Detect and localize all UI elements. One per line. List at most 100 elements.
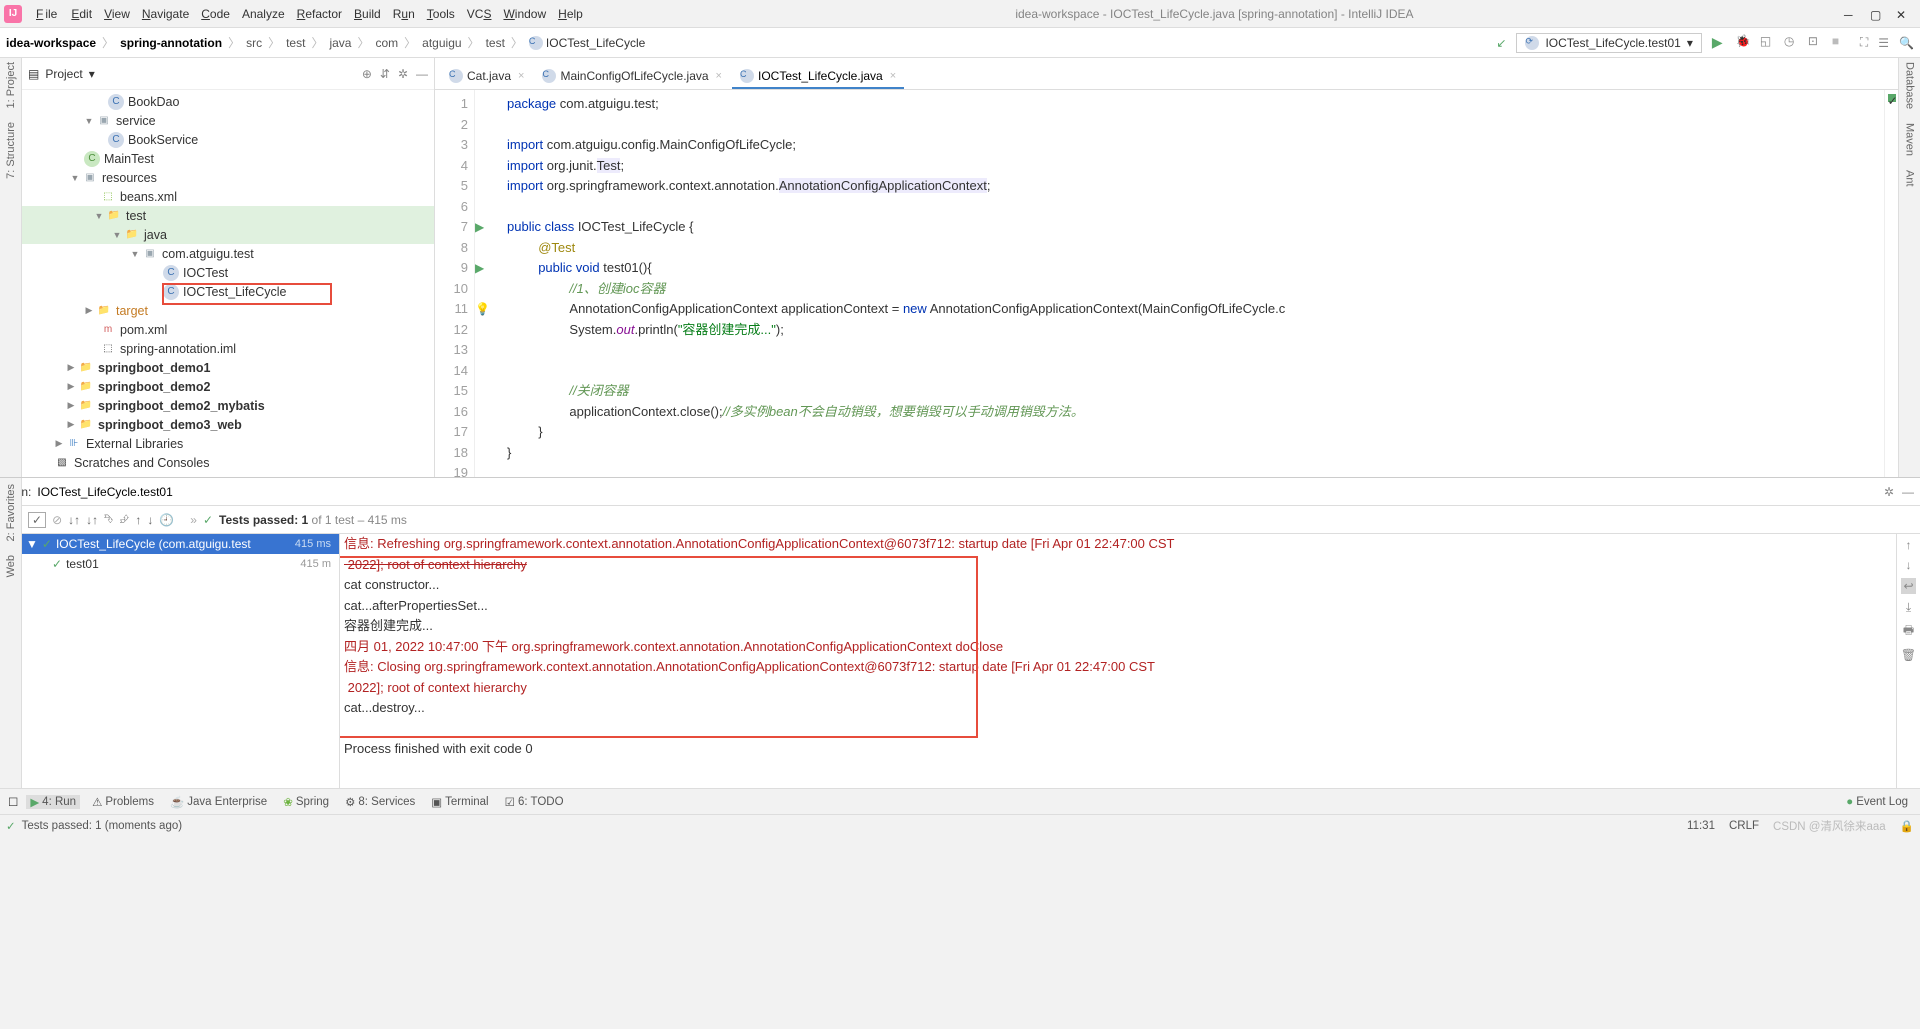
tab-javaee[interactable]: ☕Java Enterprise — [166, 795, 271, 809]
maximize-icon[interactable]: ▢ — [1870, 8, 1882, 20]
tab-spring[interactable]: ❀Spring — [279, 795, 333, 809]
minimize-icon[interactable]: ─ — [1844, 8, 1856, 20]
toolwin-ant[interactable]: Ant — [1904, 170, 1916, 187]
bc-workspace[interactable]: idea-workspace — [6, 36, 96, 50]
menu-edit[interactable]: Edit — [69, 5, 94, 23]
bc-test2[interactable]: test — [486, 36, 505, 50]
bc-atguigu[interactable]: atguigu — [422, 36, 461, 50]
bc-com[interactable]: com — [375, 36, 398, 50]
check-icon[interactable]: ✓ — [28, 512, 46, 528]
menu-navigate[interactable]: Navigate — [140, 5, 191, 23]
sort2-icon[interactable]: ↓↑ — [86, 513, 98, 527]
menu-help[interactable]: Help — [556, 5, 585, 23]
tree-item-scratches[interactable]: ▧Scratches and Consoles — [22, 453, 434, 472]
tree-item-sb3[interactable]: ▶📁springboot_demo2_mybatis — [22, 396, 434, 415]
project-title[interactable]: Project — [45, 67, 82, 81]
toolwin-project[interactable]: 1: Project — [5, 62, 17, 108]
sort1-icon[interactable]: ↓↑ — [68, 513, 80, 527]
close-tab-icon[interactable]: × — [518, 70, 524, 82]
attach-icon[interactable]: ⊡ — [1808, 34, 1826, 52]
search-icon[interactable]: 🔍 — [1899, 36, 1914, 50]
toolwin-database[interactable]: Database — [1904, 62, 1916, 109]
tree-item-ioctest-lifecycle[interactable]: CIOCTest_LifeCycle — [22, 282, 434, 301]
wrap-icon[interactable]: ↩ — [1901, 578, 1915, 594]
tree-item-test[interactable]: ▼📁test — [22, 206, 434, 225]
tree-item-bookdao[interactable]: CBookDao — [22, 92, 434, 111]
bc-java[interactable]: java — [329, 36, 351, 50]
bc-project[interactable]: spring-annotation — [120, 36, 222, 50]
clear-icon[interactable]: 🗑 — [1901, 648, 1916, 662]
hide-icon[interactable]: — — [416, 67, 428, 81]
menu-run[interactable]: Run — [391, 5, 417, 23]
tab-services[interactable]: ⚙8: Services — [341, 795, 419, 809]
menu-icon[interactable]: ☐ — [8, 795, 18, 809]
menu-refactor[interactable]: Refactor — [295, 5, 344, 23]
expand-icon[interactable]: ⮷ — [104, 512, 114, 527]
gutter-icons[interactable]: ▶ ▶ 💡 — [475, 90, 501, 477]
lock-icon[interactable]: 🔒 — [1900, 819, 1914, 833]
toolwin-maven[interactable]: Maven — [1904, 123, 1916, 156]
run-config-selector[interactable]: ⟳ IOCTest_LifeCycle.test01 ▾ — [1516, 33, 1701, 53]
tab-terminal[interactable]: ▣Terminal — [427, 795, 492, 809]
close-tab-icon[interactable]: × — [890, 70, 896, 82]
tab-eventlog[interactable]: ●Event Log — [1842, 796, 1912, 808]
tree-item-sb2[interactable]: ▶📁springboot_demo2 — [22, 377, 434, 396]
stop-icon[interactable]: ■ — [1832, 34, 1850, 52]
collapse-icon[interactable]: ⇵ — [380, 67, 390, 81]
menu-build[interactable]: Build — [352, 5, 383, 23]
tab-problems[interactable]: ⚠Problems — [88, 795, 158, 809]
tree-item-java[interactable]: ▼📁java — [22, 225, 434, 244]
tree-item-service[interactable]: ▼▣service — [22, 111, 434, 130]
scroll-icon[interactable]: ⤓ — [1906, 600, 1911, 615]
chevron-down-icon[interactable]: ▾ — [89, 67, 95, 81]
history-icon[interactable]: 🕘 — [159, 513, 174, 527]
tree-item-extlib[interactable]: ▶⊪External Libraries — [22, 434, 434, 453]
menu-code[interactable]: Code — [199, 5, 232, 23]
profile-icon[interactable]: ◷ — [1784, 34, 1802, 52]
status-position[interactable]: 11:31 — [1687, 820, 1715, 832]
collapse-icon[interactable]: ⮵ — [120, 512, 130, 527]
gear-icon[interactable]: ✲ — [1884, 485, 1894, 499]
bc-class[interactable]: CIOCTest_LifeCycle — [529, 36, 645, 50]
project-dropdown-icon[interactable]: ▤ — [28, 67, 39, 81]
print-icon[interactable]: 🖶 — [1903, 621, 1914, 642]
menu-window[interactable]: Window — [501, 5, 548, 23]
tab-todo[interactable]: ☑6: TODO — [501, 795, 568, 809]
debug-icon[interactable]: 🐞 — [1736, 34, 1754, 52]
tab-cat[interactable]: CCat.java× — [441, 65, 532, 89]
down-icon[interactable]: ↓ — [1906, 558, 1912, 572]
console-output[interactable]: 信息: Refreshing org.springframework.conte… — [340, 534, 1896, 788]
tree-item-maintest[interactable]: CMainTest — [22, 149, 434, 168]
tree-item-ioctest[interactable]: CIOCTest — [22, 263, 434, 282]
code-area[interactable]: package com.atguigu.test; import com.atg… — [501, 90, 1884, 477]
up-icon[interactable]: ↑ — [1906, 538, 1912, 552]
bc-test[interactable]: test — [286, 36, 305, 50]
tree-item-bookservice[interactable]: CBookService — [22, 130, 434, 149]
breadcrumb[interactable]: idea-workspace〉 spring-annotation〉 src〉 … — [6, 34, 645, 51]
up-icon[interactable]: ↑ — [135, 513, 141, 527]
close-icon[interactable]: ✕ — [1896, 8, 1908, 20]
toolwin-favorites[interactable]: 2: Favorites — [5, 484, 17, 541]
structure-icon[interactable]: ☰ — [1878, 36, 1889, 50]
test-tree[interactable]: ▼✓IOCTest_LifeCycle (com.atguigu.test415… — [22, 534, 340, 788]
menu-file[interactable]: File — [34, 5, 61, 23]
hide-icon[interactable]: — — [1902, 485, 1914, 499]
down-icon[interactable]: ↓ — [147, 513, 153, 527]
tree-item-pom[interactable]: mpom.xml — [22, 320, 434, 339]
tree-item-sb4[interactable]: ▶📁springboot_demo3_web — [22, 415, 434, 434]
test-item[interactable]: ✓test01415 m — [22, 554, 339, 574]
tree-item-sb1[interactable]: ▶📁springboot_demo1 — [22, 358, 434, 377]
tab-run[interactable]: ▶4: Run — [26, 795, 80, 809]
back-icon[interactable]: ↙ — [1496, 36, 1506, 50]
run-gutter-icon[interactable]: ▶ — [475, 258, 501, 279]
toolwin-web[interactable]: Web — [5, 555, 17, 577]
tree-item-resources[interactable]: ▼▣resources — [22, 168, 434, 187]
tab-ioctest-lifecycle[interactable]: CIOCTest_LifeCycle.java× — [732, 65, 904, 89]
toolwin-structure[interactable]: 7: Structure — [5, 122, 17, 179]
close-tab-icon[interactable]: × — [716, 70, 722, 82]
menu-vcs[interactable]: VCS — [465, 5, 494, 23]
tree-item-pkg[interactable]: ▼▣com.atguigu.test — [22, 244, 434, 263]
menu-tools[interactable]: Tools — [425, 5, 457, 23]
tree-item-target[interactable]: ▶📁target — [22, 301, 434, 320]
run-conf-name[interactable]: IOCTest_LifeCycle.test01 — [37, 485, 172, 499]
